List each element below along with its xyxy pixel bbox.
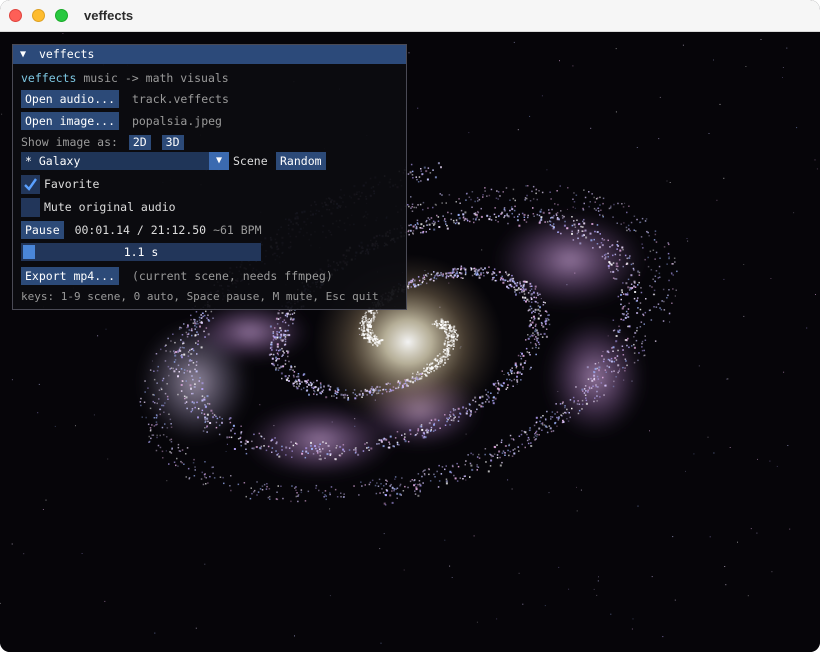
pause-button[interactable]: Pause: [21, 221, 64, 239]
random-row: Random: [276, 152, 326, 170]
export-note: (current scene, needs ffmpeg): [131, 269, 333, 283]
app-tagline: music -> math visuals: [83, 71, 229, 85]
maximize-window-button[interactable]: [55, 9, 68, 22]
title-bar[interactable]: veffects: [0, 0, 820, 32]
mute-checkbox[interactable]: [21, 198, 40, 217]
window-title: veffects: [84, 8, 134, 23]
transport-row: Pause 00:01.14 / 21:12.50 ~61 BPM: [21, 221, 262, 239]
time-readout: 00:01.14 / 21:12.50: [74, 223, 207, 237]
mute-label: Mute original audio: [44, 200, 176, 214]
image-filename: popalsia.jpeg: [131, 114, 222, 128]
audio-filename: track.veffects: [131, 92, 229, 106]
scene-select[interactable]: * Galaxy: [21, 152, 229, 170]
favorite-checkbox[interactable]: [21, 175, 40, 194]
header-line: veffects music -> math visuals: [21, 69, 229, 87]
show-image-label: Show image as:: [21, 135, 118, 149]
playback-progress[interactable]: 1.1 s: [21, 243, 261, 261]
collapse-triangle-icon[interactable]: ▼: [20, 45, 26, 64]
show-image-row: Show image as: 2D 3D: [21, 133, 184, 151]
random-scene-button[interactable]: Random: [276, 152, 326, 170]
checkmark-icon: [24, 178, 37, 191]
control-panel: ▼ veffects veffects music -> math visual…: [12, 44, 407, 310]
open-audio-button[interactable]: Open audio...: [21, 90, 120, 108]
show-3d-button[interactable]: 3D: [161, 135, 184, 150]
minimize-window-button[interactable]: [32, 9, 45, 22]
scene-label: Scene: [233, 154, 268, 168]
close-window-button[interactable]: [9, 9, 22, 22]
progress-text: 1.1 s: [123, 245, 159, 259]
chevron-down-icon[interactable]: ▼: [209, 152, 229, 170]
export-row: Export mp4... (current scene, needs ffmp…: [21, 267, 333, 285]
keys-hint: keys: 1-9 scene, 0 auto, Space pause, M …: [21, 290, 379, 303]
show-2d-button[interactable]: 2D: [128, 135, 151, 150]
app-window: veffects ▼ veffects veffects music -> ma…: [0, 0, 820, 652]
favorite-label: Favorite: [44, 177, 100, 191]
app-name: veffects: [21, 71, 77, 85]
bpm-readout: ~61 BPM: [213, 223, 262, 237]
panel-title: veffects: [39, 47, 95, 61]
audio-row: Open audio... track.veffects: [21, 90, 229, 108]
open-image-button[interactable]: Open image...: [21, 112, 120, 130]
image-row: Open image... popalsia.jpeg: [21, 112, 222, 130]
export-mp4-button[interactable]: Export mp4...: [21, 267, 120, 285]
panel-title-bar[interactable]: ▼ veffects: [13, 45, 406, 64]
